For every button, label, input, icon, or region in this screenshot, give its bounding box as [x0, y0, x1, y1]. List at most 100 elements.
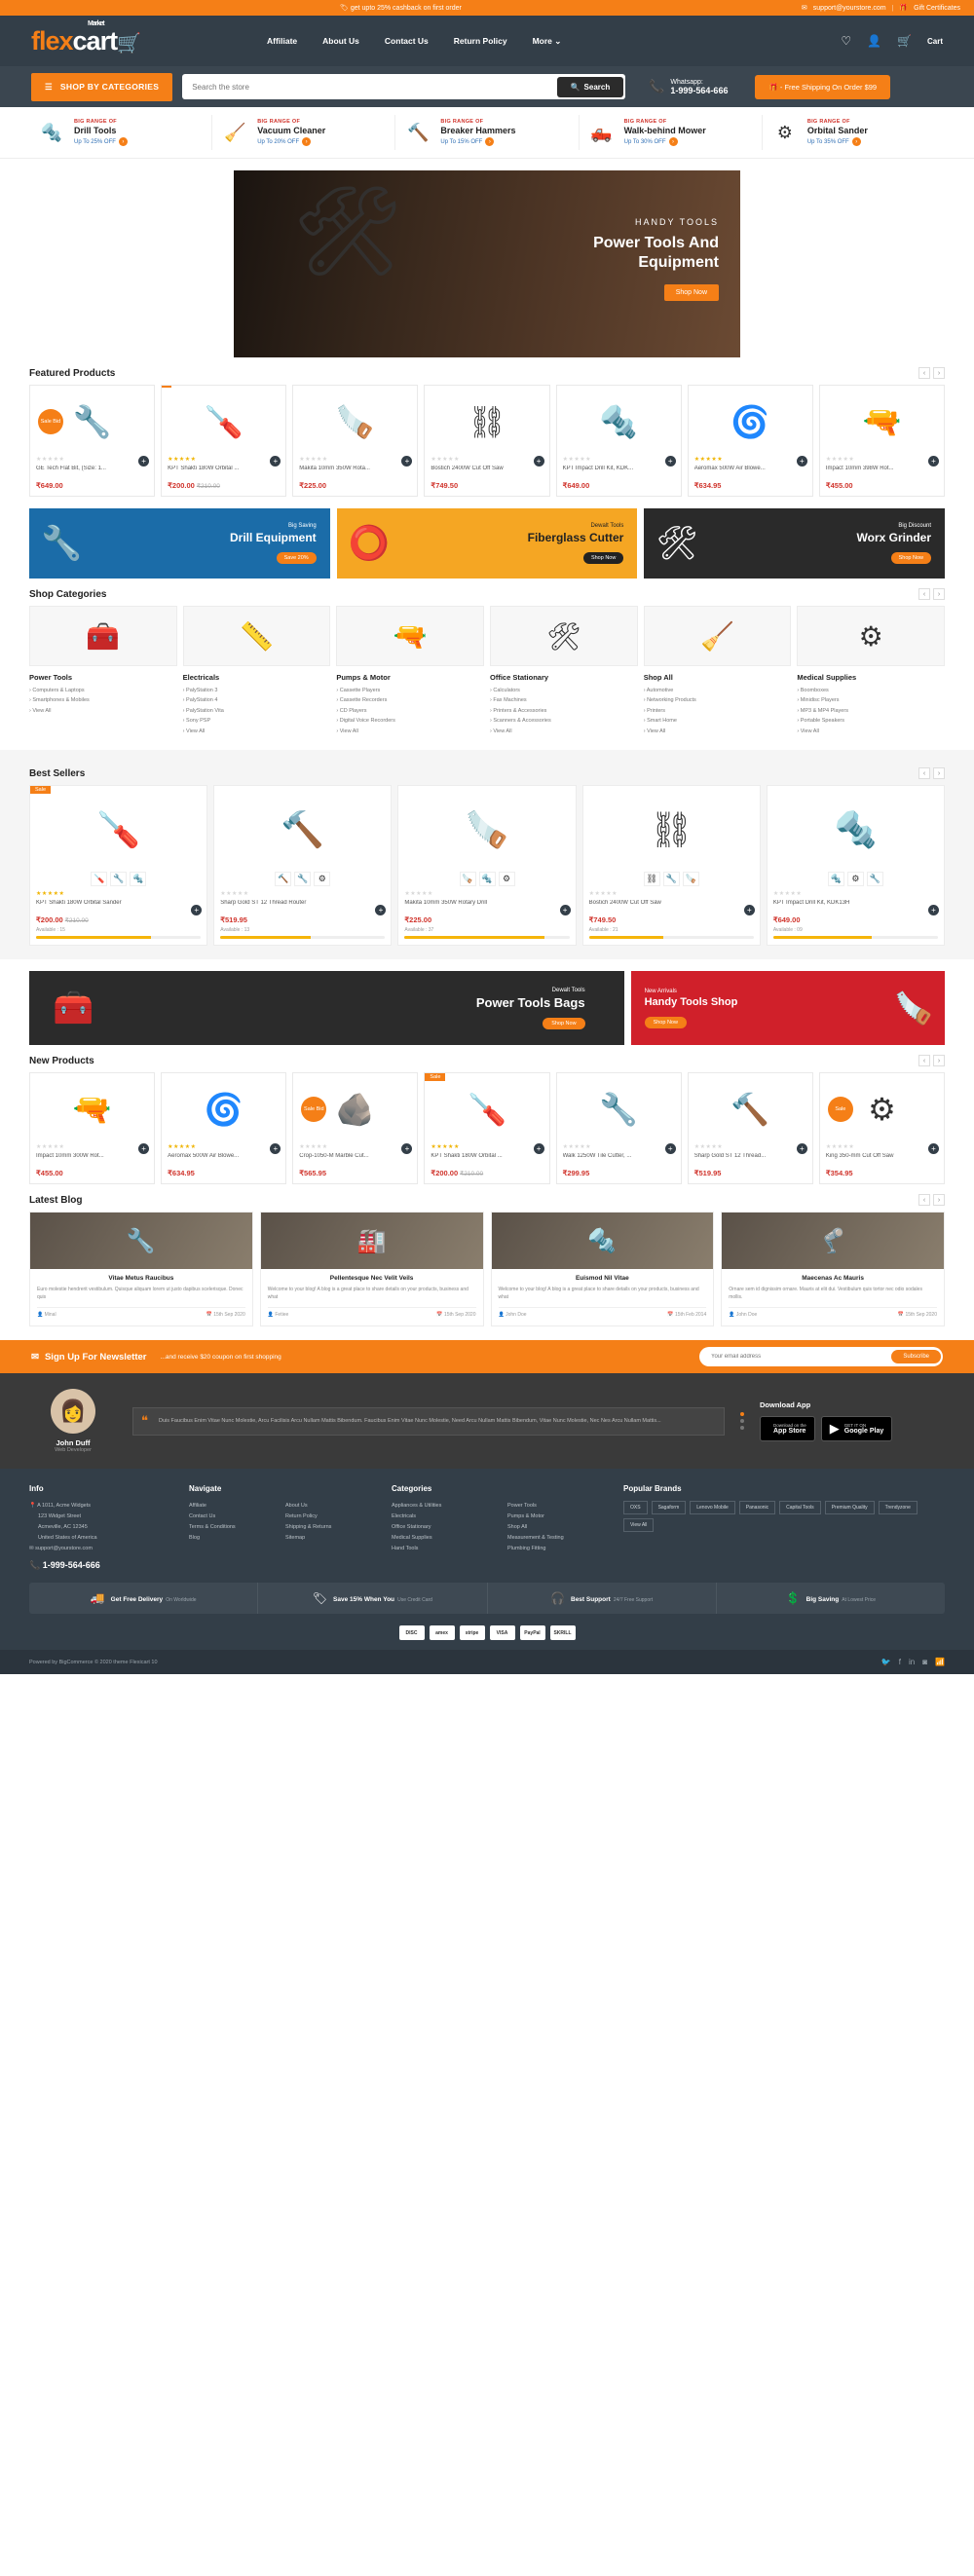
product-card[interactable]: 🌀 + ★★★★★ Aeromax 500W Air Blowe... ₹634… [687, 385, 813, 497]
add-to-cart-button[interactable]: + [533, 1143, 544, 1155]
newsletter-email-input[interactable] [711, 1354, 892, 1361]
category-strip-item[interactable]: 🛻 BIG RANGE OF Walk-behind Mower Up To 3… [580, 115, 763, 150]
category-link-view-all[interactable]: › View All [797, 727, 945, 736]
promo-banner-worx-grinder[interactable]: 🛠 Big Discount Worx Grinder Shop Now [644, 508, 946, 579]
category-link-view-all[interactable]: › View All [183, 727, 331, 736]
brand-chip-lenovo[interactable]: Lenovo Mobile [690, 1501, 735, 1515]
add-to-cart-button[interactable]: + [927, 456, 939, 467]
promo-banner-fiberglass-cutter[interactable]: ⭕ Dewalt Tools Fiberglass Cutter Shop No… [336, 508, 638, 579]
mid-banner-handy-tools-shop[interactable]: New Arrivals Handy Tools Shop Shop Now 🪚 [630, 971, 945, 1046]
whatsapp-contact[interactable]: 📞 Whatsapp: 1-999-564-666 [649, 79, 728, 95]
instagram-icon[interactable]: ◙ [922, 1658, 927, 1666]
category-link[interactable]: › Smart Home [644, 716, 792, 726]
product-card[interactable]: 🪚 + ★★★★★ Makita 10mm 350W Rota... ₹225.… [292, 385, 419, 497]
product-card[interactable]: 🌀 + ★★★★★ Aeromax 500W Air Blowe... ₹634… [161, 1072, 287, 1185]
thumbnail[interactable]: 🔩 [130, 872, 147, 887]
thumbnail[interactable]: 🔧 [866, 872, 883, 887]
category-link[interactable]: › Sony PSP [183, 716, 331, 726]
carousel-next-button[interactable]: › [933, 1194, 945, 1207]
category-link[interactable]: › PalyStation Vita [183, 706, 331, 716]
category-link[interactable]: › CD Players [336, 706, 484, 716]
category-link-view-all[interactable]: › View All [490, 727, 638, 736]
footer-cat-shop-all[interactable]: Shop All [507, 1522, 610, 1533]
footer-link-about-us[interactable]: About Us [285, 1501, 378, 1512]
nav-item-more[interactable]: More ⌄ [533, 36, 562, 47]
promo-button[interactable]: Shop Now [582, 552, 624, 564]
blog-card[interactable]: 🔧 Vitae Metus Raucibus Euro molestie hen… [29, 1212, 253, 1327]
thumbnail[interactable]: 🔩 [827, 872, 844, 887]
carousel-prev-button[interactable]: ‹ [918, 588, 930, 600]
category-strip-item[interactable]: 🔨 BIG RANGE OF Breaker Hammers Up To 15%… [395, 115, 580, 150]
thumbnail[interactable]: 🔧 [662, 872, 680, 887]
footer-link-sitemap[interactable]: Sitemap [285, 1533, 378, 1544]
category-link[interactable]: › Printers [644, 706, 792, 716]
add-to-cart-button[interactable]: + [743, 905, 755, 916]
product-card[interactable]: 🪛 + ★★★★★ KPT Shakti 180W Orbital ... ₹2… [161, 385, 287, 497]
category-link[interactable]: › Cassette Players [336, 686, 484, 695]
thumbnail[interactable]: 🪚 [459, 872, 476, 887]
add-to-cart-button[interactable]: + [664, 456, 676, 467]
heatgun-icon[interactable]: 🔫 [336, 606, 485, 666]
product-card[interactable]: 🔧 + ★★★★★ Walk 1250W Tile Cutter, ... ₹2… [555, 1072, 682, 1185]
thumbnail[interactable]: 🔩 [478, 872, 496, 887]
brand-chip-trendyzone[interactable]: Trendyzone [878, 1501, 918, 1515]
promo-button[interactable]: Save 20% [276, 552, 317, 564]
category-strip-item[interactable]: ⚙ BIG RANGE OF Orbital Sander Up To 35% … [763, 115, 945, 150]
mid-banner-power-tools-bags[interactable]: 🧰 Dewalt Tools Power Tools Bags Shop Now [29, 971, 624, 1046]
category-strip-item[interactable]: 🧹 BIG RANGE OF Vacuum Cleaner Up To 20% … [212, 115, 396, 150]
search-button[interactable]: 🔍 Search [556, 76, 624, 97]
newsletter-subscribe-button[interactable]: Subscribe [891, 1350, 941, 1364]
category-link[interactable]: › Smartphones & Mobiles [29, 695, 177, 705]
footer-link-affiliate[interactable]: Affiliate [189, 1501, 272, 1512]
product-card[interactable]: 🪚 🪚 🔩 ⚙ + ★★★★★ Makita 10mm 350W Rotary Dr… [397, 785, 577, 947]
category-link[interactable]: › Calculators [490, 686, 638, 695]
google-play-badge[interactable]: ▶ GET IT ON Google Play [820, 1416, 893, 1442]
category-link[interactable]: › MP3 & MP4 Players [797, 706, 945, 716]
footer-cat-measurement[interactable]: Measurement & Testing [507, 1533, 610, 1544]
nav-item-about-us[interactable]: About Us [322, 36, 359, 47]
account-icon[interactable]: 👤 [867, 34, 881, 48]
thumbnail[interactable]: ⛓ [643, 872, 660, 887]
brand-chip-sagaform[interactable]: Sagaform [651, 1501, 687, 1515]
blog-card[interactable]: 🏭 Pellentesque Nec Velit Veils Welcome t… [259, 1212, 484, 1327]
footer-link-return-policy[interactable]: Return Policy [285, 1512, 378, 1522]
footer-email[interactable]: ✉ support@yourstore.com [29, 1544, 175, 1554]
wishlist-icon[interactable]: ♡ [841, 34, 851, 48]
product-card[interactable]: Sale 🪛 + ★★★★★ KPT Shakti 180W Orbital .… [424, 1072, 550, 1185]
category-link[interactable]: › Networking Products [644, 695, 792, 705]
free-shipping-button[interactable]: 🎁 - Free Shipping On Order $99 [755, 74, 891, 99]
add-to-cart-button[interactable]: + [191, 905, 203, 916]
category-link[interactable]: › Boomboxes [797, 686, 945, 695]
category-link[interactable]: › Digital Voice Recorders [336, 716, 484, 726]
vacuum-icon[interactable]: 🧹 [643, 606, 792, 666]
footer-cat-plumbing[interactable]: Plumbing Fitting [507, 1544, 610, 1554]
footer-cat-pumps-motor[interactable]: Pumps & Motor [507, 1512, 610, 1522]
carousel-next-button[interactable]: › [933, 767, 945, 780]
facebook-icon[interactable]: f [899, 1658, 901, 1666]
promo-banner-drill-equipment[interactable]: 🔧 Big Saving Drill Equipment Save 20% [29, 508, 330, 579]
add-to-cart-button[interactable]: + [559, 905, 571, 916]
add-to-cart-button[interactable]: + [375, 905, 387, 916]
product-card[interactable]: Sale Bid 🪨 + ★★★★★ Crop-1050-M Marble Cu… [292, 1072, 419, 1185]
mid-banner-button[interactable]: Shop Now [543, 1017, 585, 1029]
nav-item-affiliate[interactable]: Affiliate [267, 36, 297, 47]
cart-icon[interactable]: 🛒 [897, 34, 912, 48]
nav-item-return-policy[interactable]: Return Policy [454, 36, 507, 47]
product-card[interactable]: 🔫 + ★★★★★ Impact 10mm 300W Rot... ₹455.0… [29, 1072, 156, 1185]
footer-link-contact-us[interactable]: Contact Us [189, 1512, 272, 1522]
footer-cat-appliances[interactable]: Appliances & Utilities [392, 1501, 494, 1512]
rss-icon[interactable]: 📶 [935, 1658, 945, 1666]
brand-chip-oxs[interactable]: OXS [623, 1501, 648, 1515]
carousel-prev-button[interactable]: ‹ [918, 767, 930, 780]
twitter-icon[interactable]: 🐦 [881, 1658, 891, 1666]
testimonial-pagination-dots[interactable] [740, 1412, 744, 1431]
gift-certificates-link[interactable]: Gift Certificates [914, 5, 960, 12]
category-link-view-all[interactable]: › View All [644, 727, 792, 736]
shop-by-categories-button[interactable]: ☰ SHOP BY CATEGORIES [31, 72, 173, 101]
thumbnail[interactable]: ⚙ [846, 872, 864, 887]
toolbag-icon[interactable]: 🧰 [29, 606, 177, 666]
thumbnail[interactable]: 🔧 [294, 872, 312, 887]
sander-icon[interactable]: ⚙ [797, 606, 946, 666]
product-card[interactable]: 🔩 🔩 ⚙ 🔧 + ★★★★★ KPT Impact Drill Kit, KDK1… [766, 785, 946, 947]
thumbnail[interactable]: ⚙ [314, 872, 331, 887]
